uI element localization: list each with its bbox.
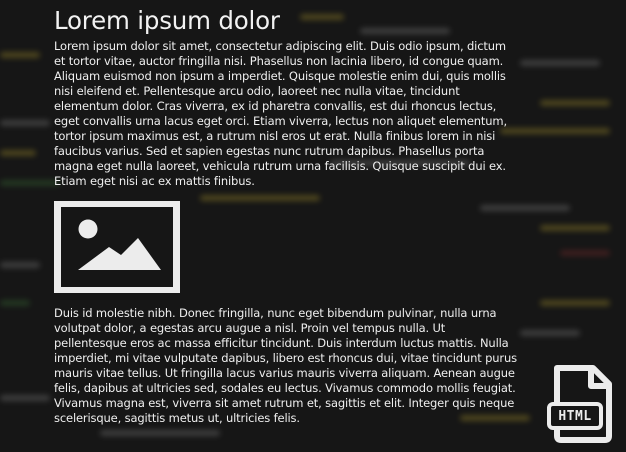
background-code-line <box>520 330 580 336</box>
image-placeholder-icon <box>61 207 173 287</box>
background-code-line <box>540 300 610 306</box>
background-code-line <box>0 300 30 306</box>
html-file-icon: HTML <box>547 364 613 444</box>
background-code-line <box>0 180 60 186</box>
background-code-line <box>0 120 50 126</box>
image-placeholder <box>54 201 180 293</box>
html-file-label: HTML <box>558 409 592 424</box>
background-code-line <box>560 250 610 256</box>
background-code-line <box>0 395 50 401</box>
background-code-line <box>0 262 40 268</box>
background-code-line <box>520 60 600 66</box>
background-code-line <box>540 225 610 231</box>
page-title: Lorem ipsum dolor <box>54 6 280 35</box>
paragraph-intro: Lorem ipsum dolor sit amet, consectetur … <box>54 39 507 188</box>
article: Lorem ipsum dolor Lorem ipsum dolor sit … <box>54 6 519 426</box>
background-code-line <box>100 430 220 436</box>
paragraph-body: Duis id molestie nibh. Donec fringilla, … <box>54 306 517 425</box>
background-code-line <box>0 52 40 58</box>
background-code-line <box>540 100 610 106</box>
background-code-line <box>0 150 36 156</box>
